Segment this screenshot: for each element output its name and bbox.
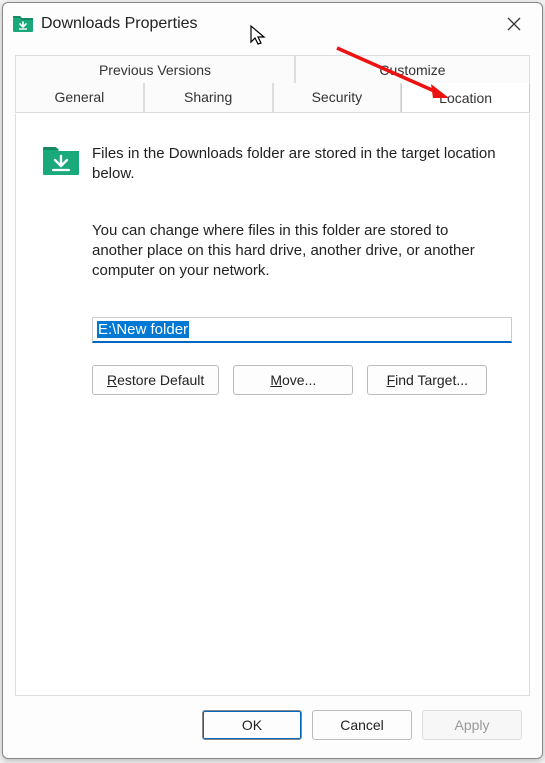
- close-button[interactable]: [496, 9, 532, 39]
- info-text: Files in the Downloads folder are stored…: [92, 142, 503, 185]
- tabs-row-2: General Sharing Security Location: [15, 83, 530, 113]
- downloads-folder-icon: [13, 14, 33, 34]
- titlebar: Downloads Properties: [3, 3, 542, 45]
- tab-location[interactable]: Location: [401, 83, 530, 112]
- tab-sharing[interactable]: Sharing: [144, 83, 273, 112]
- tab-general[interactable]: General: [15, 83, 144, 112]
- path-value-selected: E:\New folder: [97, 321, 189, 338]
- apply-button: Apply: [422, 710, 522, 740]
- description-text: You can change where files in this folde…: [42, 221, 503, 282]
- cancel-button[interactable]: Cancel: [312, 710, 412, 740]
- tab-previous-versions[interactable]: Previous Versions: [15, 55, 295, 84]
- info-row: Files in the Downloads folder are stored…: [42, 142, 503, 185]
- action-buttons-row: Restore Default Move... Find Target...: [92, 365, 503, 395]
- move-button[interactable]: Move...: [233, 365, 353, 395]
- properties-dialog: Downloads Properties Previous Versions C…: [2, 2, 543, 759]
- restore-default-button[interactable]: Restore Default: [92, 365, 219, 395]
- ok-button[interactable]: OK: [202, 710, 302, 740]
- close-icon: [507, 17, 521, 31]
- path-input[interactable]: E:\New folder: [92, 317, 512, 343]
- find-target-button[interactable]: Find Target...: [367, 365, 487, 395]
- downloads-folder-large-icon: [42, 142, 80, 176]
- window-title: Downloads Properties: [41, 15, 496, 33]
- tabs-row-1: Previous Versions Customize: [15, 55, 530, 84]
- tabs-container: Previous Versions Customize General Shar…: [3, 45, 542, 114]
- dialog-footer: OK Cancel Apply: [3, 696, 542, 758]
- tab-security[interactable]: Security: [273, 83, 402, 112]
- location-pane: Files in the Downloads folder are stored…: [15, 114, 530, 696]
- tab-customize[interactable]: Customize: [295, 55, 530, 84]
